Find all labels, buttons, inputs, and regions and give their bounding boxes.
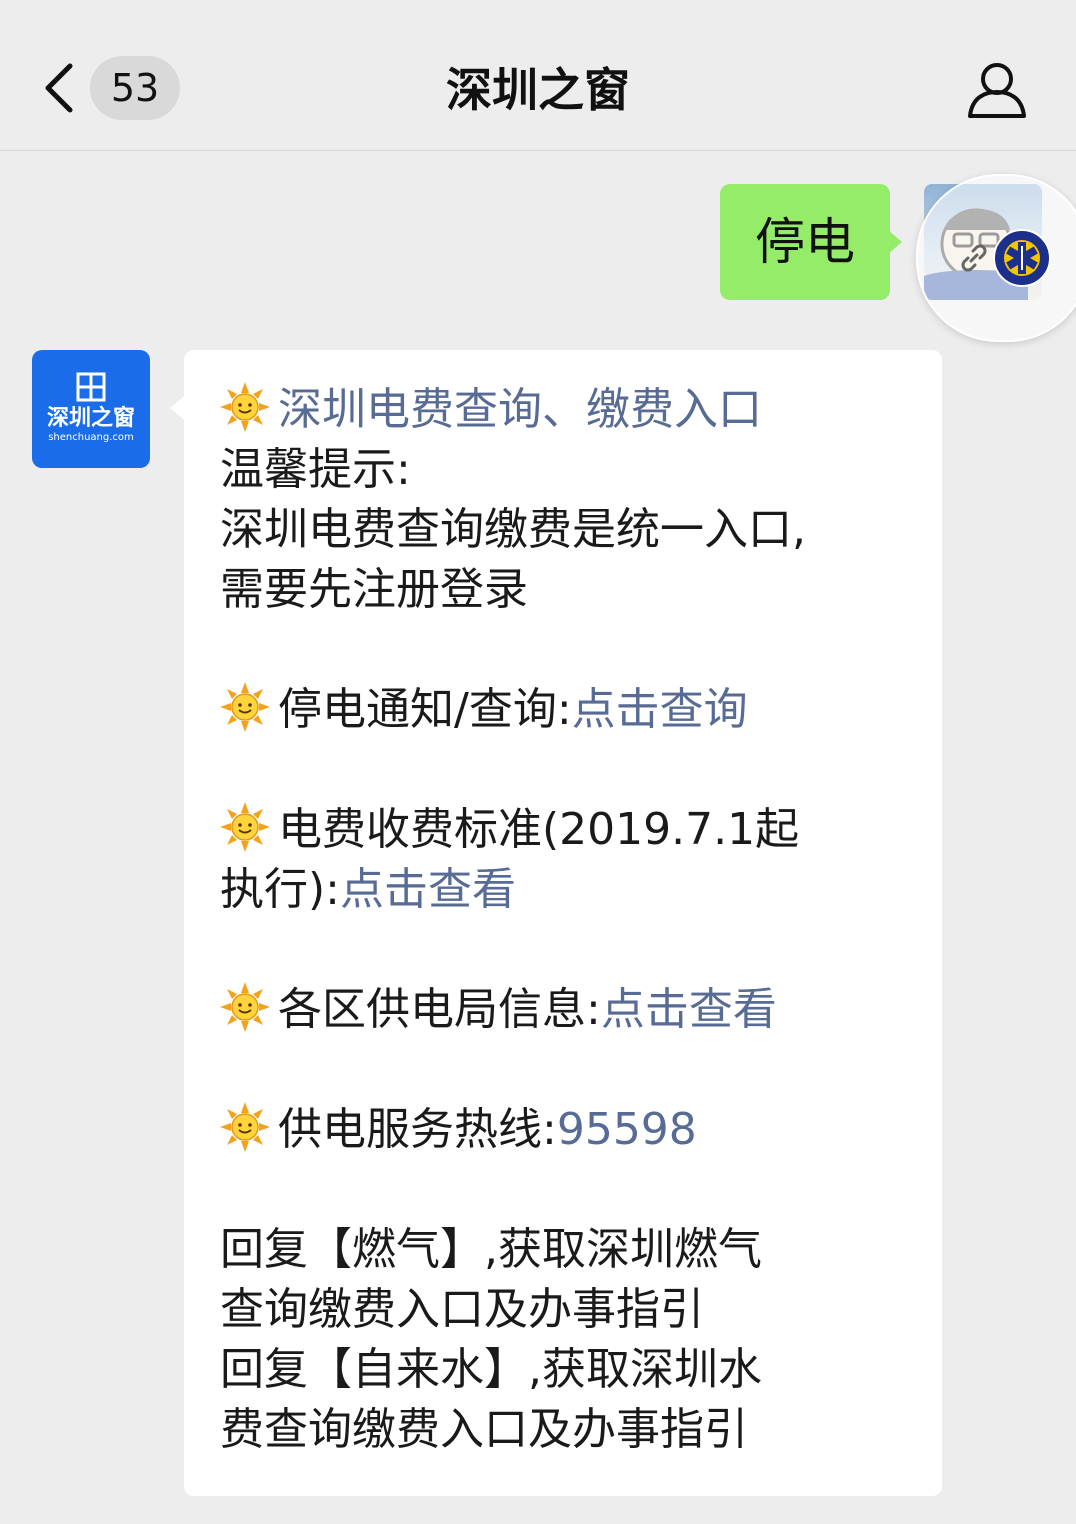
account-avatar[interactable]: 深圳之窗 shenchuang.com [32, 350, 150, 468]
bureau-info-link[interactable]: 点击查看 [601, 984, 777, 1035]
outage-query-link[interactable]: 点击查询 [572, 684, 748, 735]
fee-standard-label: 电费收费标准(2019.7.1起 [278, 804, 800, 855]
reply-hint-line: 查询缴费入口及办事指引 [220, 1284, 704, 1335]
outgoing-bubble-tail [888, 230, 902, 254]
unread-count-badge[interactable]: 53 [90, 56, 180, 120]
message-line: 电费收费标准(2019.7.1起 [220, 800, 910, 860]
tip-label: 温馨提示: [220, 444, 411, 495]
back-button[interactable] [40, 60, 80, 116]
hotline-number-link[interactable]: 95598 [557, 1104, 697, 1155]
message-line: 各区供电局信息:点击查看 [220, 980, 910, 1040]
message-line: 执行):点击查看 [220, 860, 910, 920]
chevron-left-icon [45, 63, 73, 113]
top-nav-bar: 53 深圳之窗 [0, 0, 1076, 151]
message-line: 停电通知/查询:点击查询 [220, 680, 910, 740]
reply-hint-line: 回复【燃气】,获取深圳燃气 [220, 1224, 762, 1275]
person-icon [968, 63, 1026, 118]
sun-emoji-icon [220, 682, 270, 732]
incoming-message-content: 深圳电费查询、缴费入口 温馨提示: 深圳电费查询缴费是统一入口, 需要先注册登录… [220, 380, 910, 1460]
link-icon [961, 244, 987, 272]
sun-emoji-icon [220, 1102, 270, 1152]
sun-emoji-icon [220, 382, 270, 432]
profile-button[interactable] [966, 58, 1028, 120]
fee-standard-link[interactable]: 点击查看 [340, 864, 516, 915]
message-line: 深圳电费查询、缴费入口 [220, 380, 910, 440]
emergency-star-of-life-icon [993, 229, 1051, 287]
account-logo-subtext: shenchuang.com [48, 432, 134, 443]
message-line: 供电服务热线:95598 [220, 1100, 910, 1160]
outage-label: 停电通知/查询: [278, 684, 572, 735]
account-logo-text: 深圳之窗 [46, 406, 135, 431]
electricity-fee-portal-link[interactable]: 深圳电费查询、缴费入口 [278, 384, 762, 435]
fee-standard-label: 执行): [220, 864, 340, 915]
outgoing-message-bubble[interactable]: 停电 [720, 184, 890, 300]
hotline-label: 供电服务热线: [278, 1104, 557, 1155]
bureau-info-label: 各区供电局信息: [278, 984, 601, 1035]
window-logo-icon [76, 372, 106, 402]
tip-line: 需要先注册登录 [220, 564, 528, 615]
tip-line: 深圳电费查询缴费是统一入口, [220, 504, 806, 555]
reply-hint-line: 费查询缴费入口及办事指引 [220, 1404, 748, 1455]
sun-emoji-icon [220, 982, 270, 1032]
floating-window-button[interactable] [916, 174, 1076, 342]
sun-emoji-icon [220, 802, 270, 852]
incoming-bubble-tail [170, 396, 184, 420]
reply-hint-line: 回复【自来水】,获取深圳水 [220, 1344, 762, 1395]
